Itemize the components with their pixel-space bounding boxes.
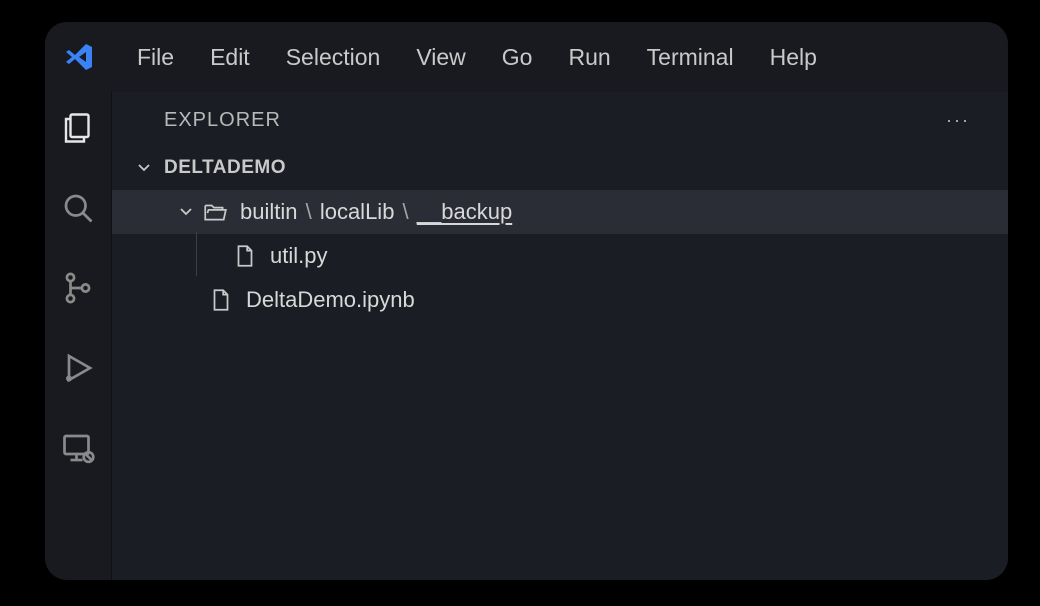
tree-folder-label: builtin \ localLib \ __backup: [240, 199, 512, 225]
menu-bar: FileEditSelectionViewGoRunTerminalHelp: [45, 22, 1008, 92]
tree-folder[interactable]: builtin \ localLib \ __backup: [112, 190, 1008, 234]
tree-file[interactable]: util.py: [112, 234, 1008, 278]
workspace-name: DELTADEMO: [164, 157, 286, 179]
tree-file-label: DeltaDemo.ipynb: [246, 287, 415, 313]
menu-file[interactable]: File: [119, 38, 192, 77]
explorer-header: EXPLORER ···: [112, 92, 1008, 148]
explorer-title: EXPLORER: [164, 109, 281, 132]
tree-file[interactable]: DeltaDemo.ipynb: [112, 278, 1008, 322]
menu-help[interactable]: Help: [752, 38, 835, 77]
menu-selection[interactable]: Selection: [268, 38, 399, 77]
activity-explorer-icon[interactable]: [60, 110, 96, 146]
file-tree: builtin \ localLib \ __backup util.py De…: [112, 188, 1008, 322]
chevron-down-icon: [176, 204, 196, 220]
folder-open-icon: [202, 199, 228, 225]
file-icon: [232, 243, 258, 269]
activity-run-debug-icon[interactable]: [60, 350, 96, 386]
indent-guide: [196, 232, 197, 276]
workspace-header[interactable]: DELTADEMO: [112, 148, 1008, 188]
activity-source-control-icon[interactable]: [60, 270, 96, 306]
activity-remote-icon[interactable]: [60, 430, 96, 466]
window-body: EXPLORER ··· DELTADEMO bui: [45, 92, 1008, 580]
vscode-window: FileEditSelectionViewGoRunTerminalHelp: [45, 22, 1008, 580]
menu-go[interactable]: Go: [484, 38, 551, 77]
file-icon: [208, 287, 234, 313]
menu-terminal[interactable]: Terminal: [629, 38, 752, 77]
vscode-logo-icon: [63, 41, 95, 73]
chevron-down-icon: [136, 160, 152, 176]
menu-edit[interactable]: Edit: [192, 38, 268, 77]
activity-bar: [45, 92, 111, 580]
explorer-sidebar: EXPLORER ··· DELTADEMO bui: [111, 92, 1008, 580]
explorer-more-icon[interactable]: ···: [946, 110, 972, 131]
menu-view[interactable]: View: [398, 38, 483, 77]
tree-file-label: util.py: [270, 243, 327, 269]
activity-search-icon[interactable]: [60, 190, 96, 226]
menu-run[interactable]: Run: [550, 38, 628, 77]
